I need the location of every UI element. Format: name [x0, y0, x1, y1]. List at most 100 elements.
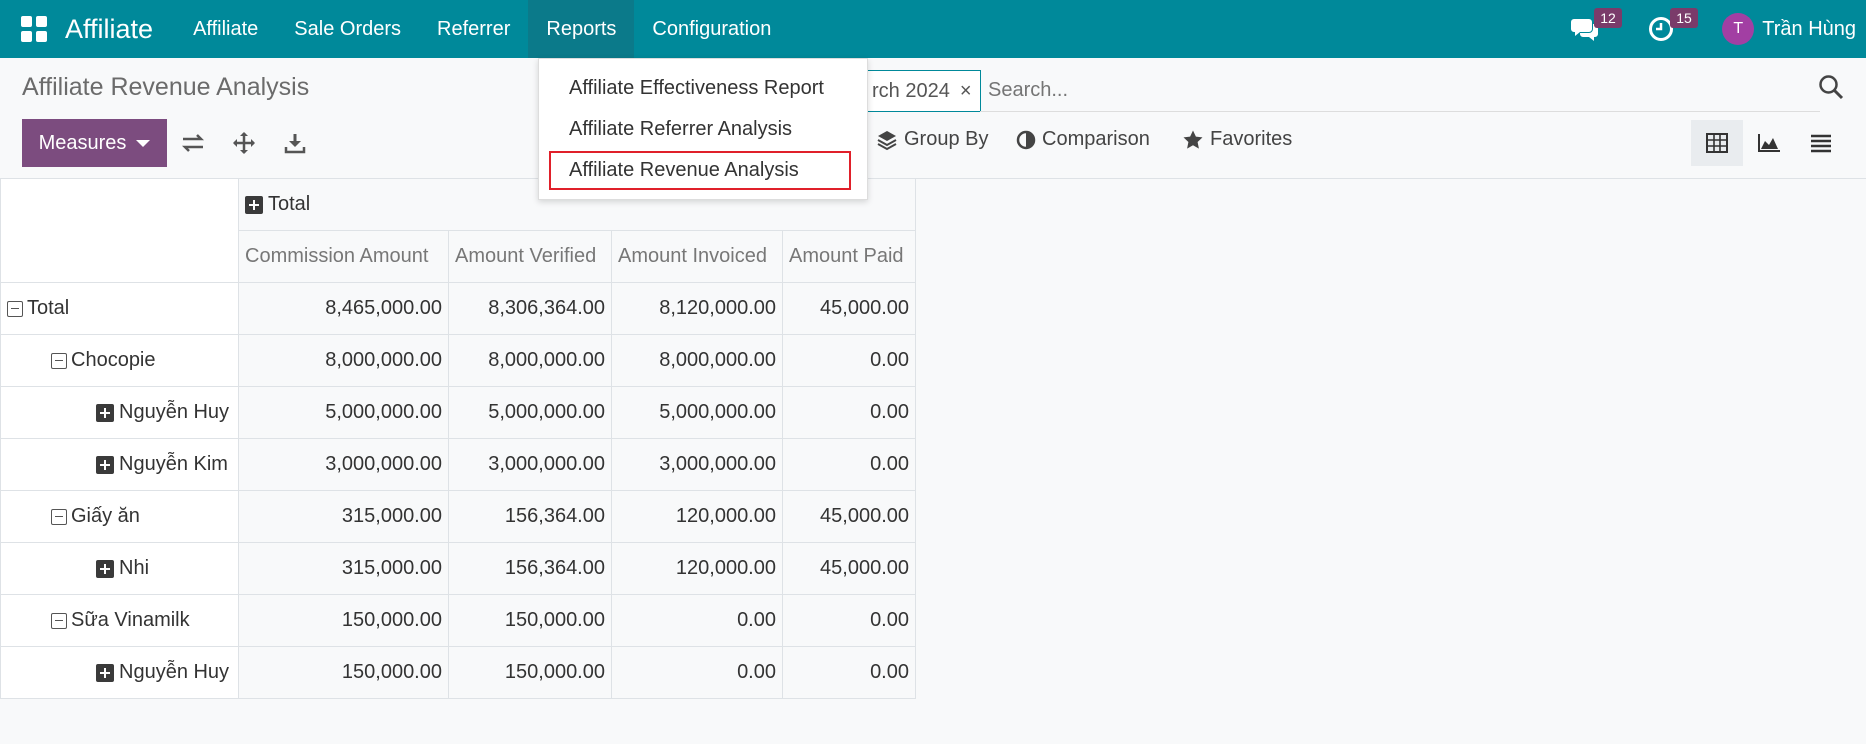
- user-avatar[interactable]: T: [1722, 13, 1755, 45]
- group-by-dropdown[interactable]: Group By: [876, 128, 988, 151]
- layers-icon: [877, 130, 897, 150]
- row-label: Total: [27, 297, 70, 319]
- top-navbar: Affiliate Affiliate Sale Orders Referrer…: [0, 0, 1866, 58]
- expand-plus-icon: [96, 403, 114, 422]
- menu-item-effectiveness-report[interactable]: Affiliate Effectiveness Report: [569, 77, 824, 100]
- table-row: Nguyễn Huy 150,000.00 150,000.00 0.00 0.00: [0, 646, 916, 699]
- table-icon: [1706, 133, 1728, 153]
- highlight-box: [549, 151, 851, 190]
- value-cell[interactable]: 5,000,000.00: [238, 386, 449, 439]
- expand-plus-icon: [96, 663, 114, 682]
- value-cell[interactable]: 315,000.00: [238, 542, 449, 595]
- row-header-cell[interactable]: Total: [0, 282, 239, 335]
- value-cell[interactable]: 0.00: [611, 594, 783, 647]
- table-row: Nhi 315,000.00 156,364.00 120,000.00 45,000.…: [0, 542, 916, 595]
- value-cell[interactable]: 150,000.00: [238, 646, 449, 699]
- nav-reports[interactable]: Reports: [528, 0, 635, 58]
- row-header-cell[interactable]: Nguyễn Huy: [0, 646, 239, 699]
- row-label: Nguyễn Huy: [119, 661, 230, 683]
- user-name[interactable]: Trần Hùng: [1762, 18, 1856, 41]
- expand-plus-icon: [96, 559, 114, 578]
- value-cell[interactable]: 0.00: [782, 646, 916, 699]
- nav-affiliate[interactable]: Affiliate: [175, 0, 276, 58]
- flip-axis-icon[interactable]: [178, 128, 208, 158]
- value-cell[interactable]: 8,306,364.00: [448, 282, 612, 335]
- apps-menu-icon[interactable]: [21, 16, 47, 42]
- star-icon: [1183, 130, 1203, 149]
- app-brand[interactable]: Affiliate: [65, 14, 153, 45]
- table-row: Nguyễn Huy 5,000,000.00 5,000,000.00 5,000,…: [0, 386, 916, 439]
- value-cell[interactable]: 150,000.00: [448, 646, 612, 699]
- value-cell[interactable]: 5,000,000.00: [611, 386, 783, 439]
- nav-configuration[interactable]: Configuration: [634, 0, 789, 58]
- list-icon: [1811, 134, 1831, 153]
- measure-header-paid[interactable]: Amount Paid: [782, 230, 916, 283]
- measure-header-verified[interactable]: Amount Verified: [448, 230, 612, 283]
- value-cell[interactable]: 120,000.00: [611, 542, 783, 595]
- row-header-cell[interactable]: Sữa Vinamilk: [0, 594, 239, 647]
- caret-down-icon: [136, 139, 151, 147]
- row-header-cell[interactable]: Nhi: [0, 542, 239, 595]
- value-cell[interactable]: 0.00: [782, 438, 916, 491]
- pivot-view-button[interactable]: [1691, 120, 1743, 166]
- graph-view-button[interactable]: [1743, 120, 1795, 166]
- comparison-dropdown[interactable]: Comparison: [1016, 128, 1150, 151]
- value-cell[interactable]: 150,000.00: [238, 594, 449, 647]
- value-cell[interactable]: 0.00: [782, 334, 916, 387]
- value-cell[interactable]: 45,000.00: [782, 490, 916, 543]
- expand-plus-icon: [245, 195, 263, 214]
- table-row: Nguyễn Kim 3,000,000.00 3,000,000.00 3,000,…: [0, 438, 916, 491]
- value-cell[interactable]: 3,000,000.00: [448, 438, 612, 491]
- messages-icon[interactable]: 12: [1570, 8, 1622, 44]
- group-by-label: Group By: [904, 128, 989, 150]
- value-cell[interactable]: 8,000,000.00: [611, 334, 783, 387]
- value-cell[interactable]: 156,364.00: [448, 542, 612, 595]
- search-icon[interactable]: [1818, 74, 1848, 104]
- favorites-dropdown[interactable]: Favorites: [1182, 128, 1292, 151]
- value-cell[interactable]: 8,000,000.00: [238, 334, 449, 387]
- value-cell[interactable]: 0.00: [782, 594, 916, 647]
- value-cell[interactable]: 8,120,000.00: [611, 282, 783, 335]
- list-view-button[interactable]: [1795, 120, 1847, 166]
- value-cell[interactable]: 45,000.00: [782, 542, 916, 595]
- expand-all-icon[interactable]: [229, 128, 259, 158]
- activities-clock-icon[interactable]: 15: [1646, 8, 1698, 44]
- activities-badge: 15: [1670, 8, 1698, 28]
- pivot-corner-cell: [0, 178, 239, 283]
- value-cell[interactable]: 5,000,000.00: [448, 386, 612, 439]
- measure-header-commission[interactable]: Commission Amount: [238, 230, 449, 283]
- value-cell[interactable]: 3,000,000.00: [238, 438, 449, 491]
- facet-close-icon[interactable]: ×: [960, 80, 972, 103]
- row-header-cell[interactable]: Giấy ăn: [0, 490, 239, 543]
- value-cell[interactable]: 156,364.00: [448, 490, 612, 543]
- row-header-cell[interactable]: Chocopie: [0, 334, 239, 387]
- value-cell[interactable]: 0.00: [782, 386, 916, 439]
- download-icon[interactable]: [280, 128, 310, 158]
- value-cell[interactable]: 8,465,000.00: [238, 282, 449, 335]
- row-label: Nguyễn Huy: [119, 401, 230, 423]
- value-cell[interactable]: 150,000.00: [448, 594, 612, 647]
- search-input[interactable]: [980, 70, 1820, 112]
- nav-referrer[interactable]: Referrer: [419, 0, 528, 58]
- menu-item-referrer-analysis[interactable]: Affiliate Referrer Analysis: [569, 118, 792, 141]
- value-cell[interactable]: 0.00: [611, 646, 783, 699]
- value-cell[interactable]: 45,000.00: [782, 282, 916, 335]
- pivot-body: Total 8,465,000.00 8,306,364.00 8,120,000.0…: [0, 282, 916, 699]
- measures-button[interactable]: Measures: [22, 119, 167, 167]
- row-header-cell[interactable]: Nguyễn Huy: [0, 386, 239, 439]
- expand-plus-icon: [96, 455, 114, 474]
- row-header-cell[interactable]: Nguyễn Kim: [0, 438, 239, 491]
- table-row: Giấy ăn 315,000.00 156,364.00 120,000.00 45,…: [0, 490, 916, 543]
- collapse-minus-icon: [51, 352, 67, 369]
- value-cell[interactable]: 3,000,000.00: [611, 438, 783, 491]
- measure-header-invoiced[interactable]: Amount Invoiced: [611, 230, 783, 283]
- nav-sale-orders[interactable]: Sale Orders: [276, 0, 419, 58]
- value-cell[interactable]: 120,000.00: [611, 490, 783, 543]
- favorites-label: Favorites: [1210, 128, 1293, 150]
- value-cell[interactable]: 315,000.00: [238, 490, 449, 543]
- measures-label: Measures: [38, 131, 127, 154]
- filter-facet[interactable]: rch 2024 ×: [858, 70, 981, 112]
- value-cell[interactable]: 8,000,000.00: [448, 334, 612, 387]
- collapse-minus-icon: [7, 300, 23, 317]
- collapse-minus-icon: [51, 612, 67, 629]
